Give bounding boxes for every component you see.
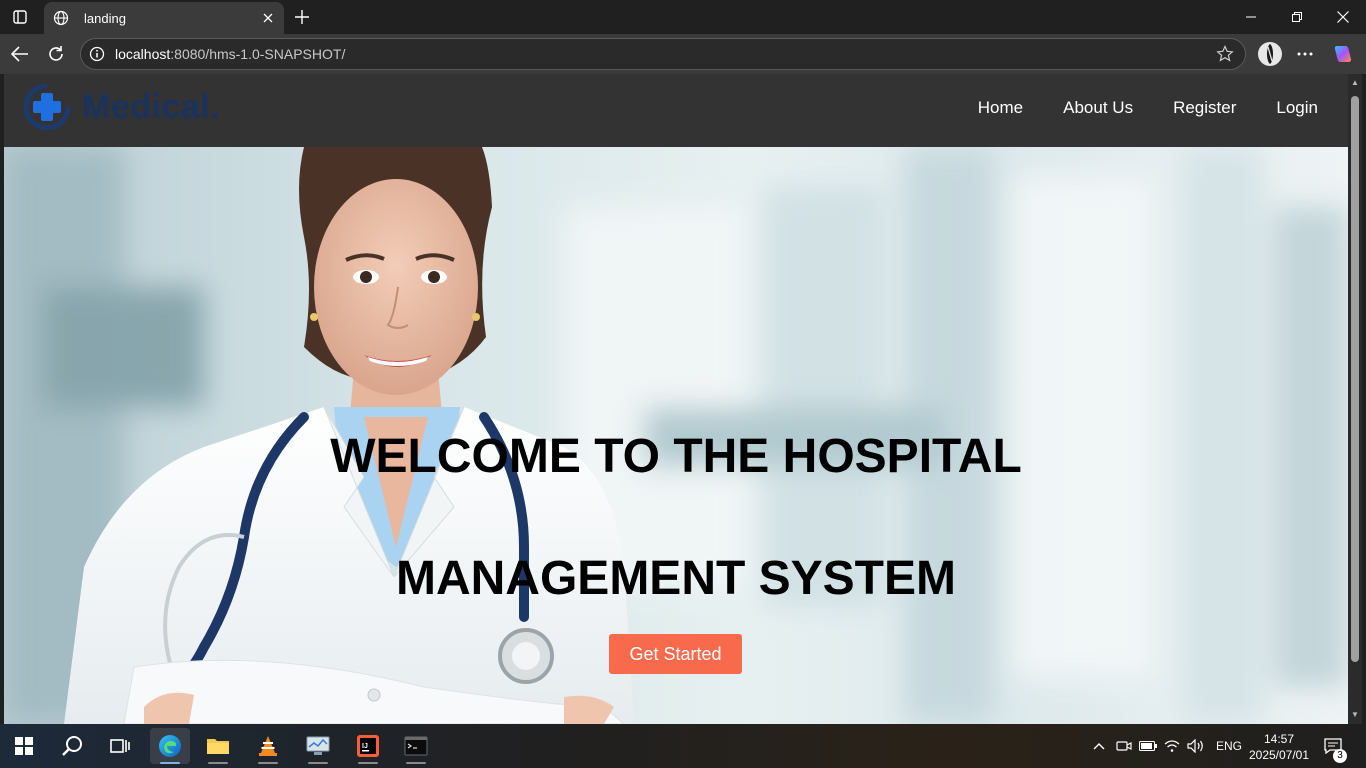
system-tray: ENG bbox=[1090, 724, 1242, 768]
site-navbar: Medical. Home About Us Register Login bbox=[4, 74, 1348, 147]
tab-actions-button[interactable] bbox=[8, 6, 32, 28]
folder-icon bbox=[207, 739, 229, 754]
taskbar-clock[interactable]: 14:57 2025/07/01 bbox=[1242, 731, 1316, 763]
tab-actions-icon bbox=[13, 10, 27, 24]
profile-button[interactable] bbox=[1255, 40, 1285, 68]
task-view-button[interactable] bbox=[100, 728, 140, 764]
plus-icon bbox=[295, 10, 309, 24]
address-bar[interactable]: localhost:8080/hms-1.0-SNAPSHOT/ bbox=[80, 38, 1246, 70]
search-button[interactable] bbox=[52, 728, 92, 764]
more-dots-icon bbox=[1297, 52, 1313, 56]
copilot-icon bbox=[1334, 46, 1352, 62]
start-button[interactable] bbox=[4, 728, 44, 764]
copilot-button[interactable] bbox=[1328, 40, 1358, 68]
restore-icon bbox=[1292, 12, 1302, 22]
notification-count-badge: 3 bbox=[1333, 749, 1347, 763]
taskbar-file-explorer[interactable] bbox=[198, 728, 238, 764]
taskbar-vlc[interactable] bbox=[248, 728, 288, 764]
page-scrollbar[interactable]: ▲ ▼ bbox=[1348, 74, 1362, 724]
tab-close-icon[interactable] bbox=[256, 6, 280, 30]
camera-privacy-icon[interactable] bbox=[1112, 739, 1136, 753]
logo-text: Medical. bbox=[82, 87, 221, 126]
profile-avatar-icon bbox=[1258, 42, 1282, 66]
back-arrow-icon bbox=[11, 46, 28, 62]
search-icon bbox=[62, 736, 82, 756]
site-info-icon[interactable] bbox=[89, 46, 105, 62]
more-options-button[interactable] bbox=[1290, 40, 1320, 68]
wifi-icon[interactable] bbox=[1160, 739, 1184, 753]
refresh-icon bbox=[49, 46, 63, 61]
battery-icon[interactable] bbox=[1136, 741, 1160, 751]
globe-icon bbox=[52, 9, 70, 27]
address-url: localhost:8080/hms-1.0-SNAPSHOT/ bbox=[115, 46, 346, 62]
favorite-star-icon[interactable] bbox=[1211, 40, 1239, 68]
page-viewport: Medical. Home About Us Register Login WE… bbox=[4, 74, 1348, 724]
minimize-button[interactable] bbox=[1228, 2, 1274, 32]
terminal-icon bbox=[404, 736, 428, 756]
tray-chevron-up-icon[interactable] bbox=[1090, 742, 1108, 750]
nav-login[interactable]: Login bbox=[1276, 98, 1318, 118]
restore-button[interactable] bbox=[1274, 2, 1320, 32]
get-started-button[interactable]: Get Started bbox=[609, 634, 742, 674]
close-icon bbox=[1337, 11, 1349, 23]
site-logo[interactable]: Medical. bbox=[24, 82, 220, 132]
window-edge bbox=[1362, 74, 1366, 724]
edge-browser-icon bbox=[159, 735, 181, 757]
hero-headline-line2: MANAGEMENT SYSTEM bbox=[395, 552, 956, 605]
scroll-down-icon[interactable]: ▼ bbox=[1350, 710, 1360, 720]
medical-cross-logo-icon bbox=[24, 84, 70, 130]
task-view-icon bbox=[110, 739, 130, 753]
new-tab-button[interactable] bbox=[290, 5, 314, 29]
taskbar-terminal[interactable] bbox=[396, 728, 436, 764]
clock-time: 14:57 bbox=[1263, 732, 1295, 746]
nav-about-us[interactable]: About Us bbox=[1063, 98, 1133, 118]
monitor-icon bbox=[306, 736, 330, 755]
vlc-cone-icon bbox=[259, 736, 277, 756]
browser-tab[interactable]: landing bbox=[44, 2, 284, 34]
intellij-icon: IJ bbox=[357, 735, 379, 757]
hero-section: WELCOME TO THE HOSPITAL MANAGEMENT SYSTE… bbox=[4, 147, 1348, 724]
language-indicator[interactable]: ENG bbox=[1216, 739, 1242, 753]
back-button[interactable] bbox=[5, 40, 35, 68]
browser-tab-strip: landing bbox=[0, 0, 1366, 34]
taskbar-system-monitor[interactable] bbox=[298, 728, 338, 764]
close-window-button[interactable] bbox=[1320, 2, 1366, 32]
site-nav-links: Home About Us Register Login bbox=[938, 98, 1318, 118]
scroll-up-icon[interactable]: ▲ bbox=[1350, 78, 1360, 88]
browser-toolbar: localhost:8080/hms-1.0-SNAPSHOT/ bbox=[0, 34, 1366, 74]
refresh-button[interactable] bbox=[41, 40, 71, 68]
minimize-icon bbox=[1246, 16, 1256, 18]
windows-logo-icon bbox=[15, 737, 33, 755]
hero-headline-line1: WELCOME TO THE HOSPITAL bbox=[330, 430, 1022, 483]
nav-register[interactable]: Register bbox=[1173, 98, 1236, 118]
volume-icon[interactable] bbox=[1184, 739, 1208, 753]
svg-text:IJ: IJ bbox=[362, 743, 368, 750]
clock-date: 2025/07/01 bbox=[1248, 748, 1310, 762]
nav-home[interactable]: Home bbox=[978, 98, 1023, 118]
tab-title: landing bbox=[84, 10, 126, 26]
windows-taskbar: IJ ENG 14:57 2025/07/01 bbox=[0, 724, 1366, 768]
taskbar-edge[interactable] bbox=[150, 728, 190, 764]
taskbar-intellij[interactable]: IJ bbox=[348, 728, 388, 764]
scrollbar-thumb[interactable] bbox=[1351, 96, 1359, 662]
